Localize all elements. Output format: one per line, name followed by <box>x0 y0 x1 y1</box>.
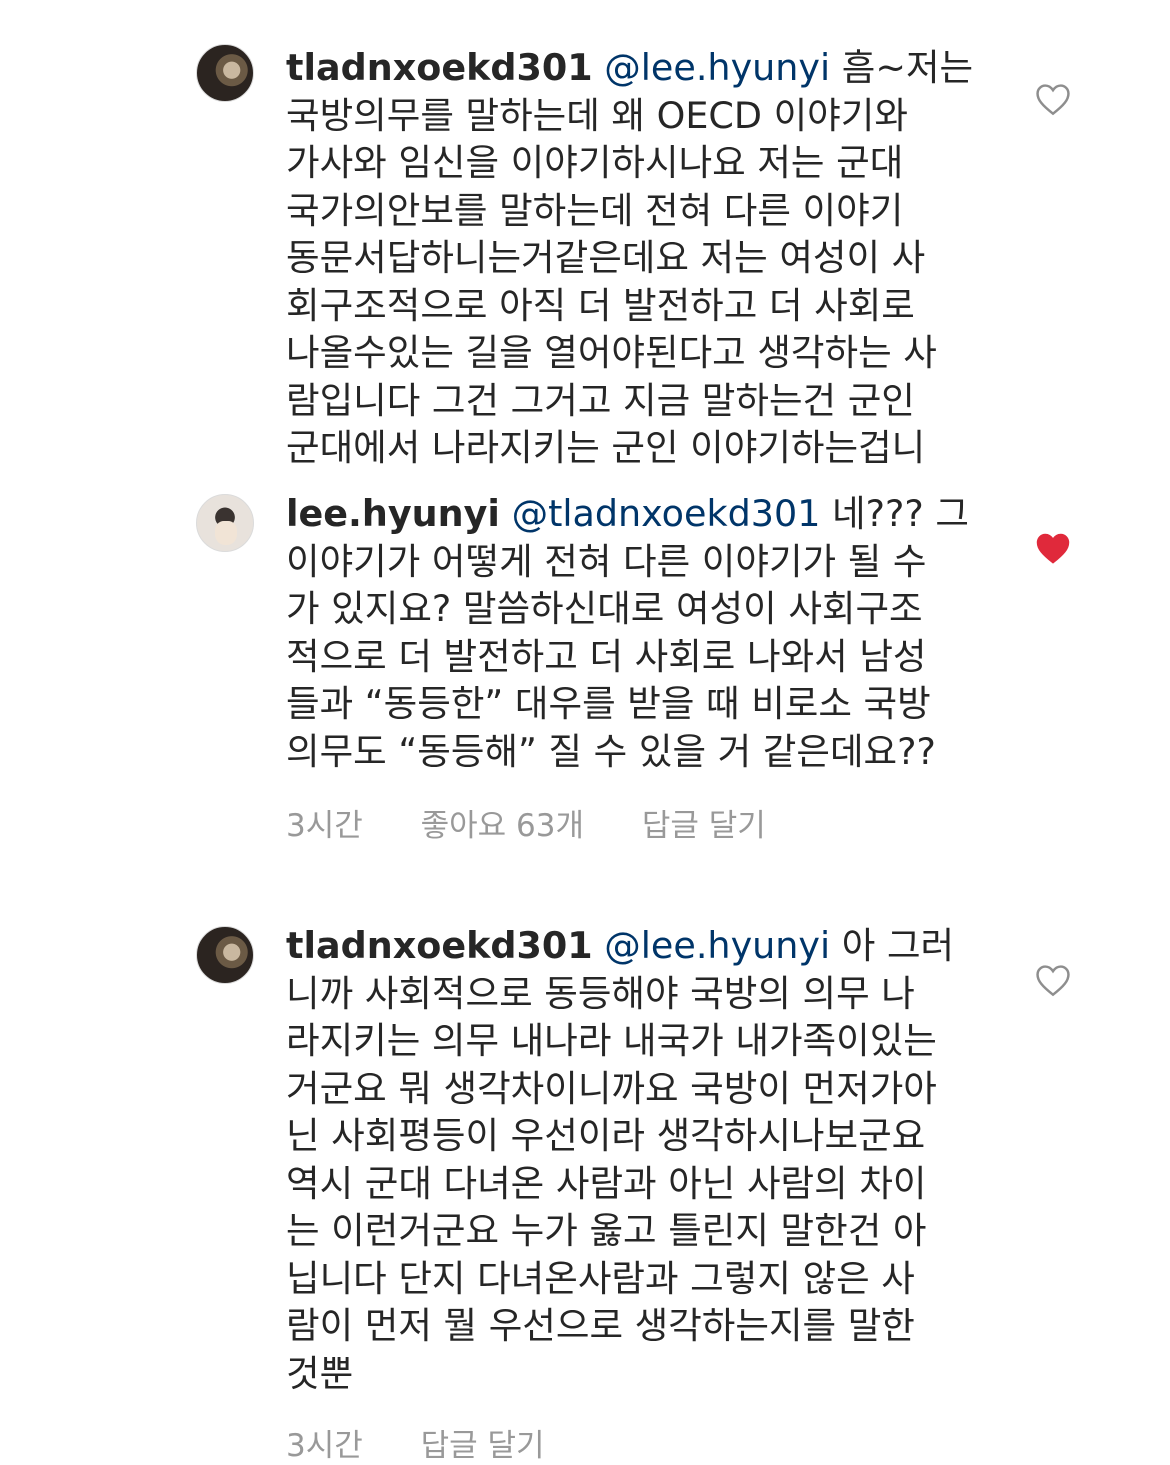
comment-mention[interactable]: @tladnxoekd301 <box>512 492 821 535</box>
comment-meta: 3시간 좋아요 63개 답글 달기 <box>286 800 766 845</box>
comment-body: 흠~저는 국방의무를 말하는데 왜 OECD 이야기와 가사와 임신을 이야기하… <box>286 46 974 469</box>
heart-outline <box>1036 965 1070 997</box>
comment-text: tladnxoekd301 @lee.hyunyi 흠~저는 국방의무를 말하는… <box>286 44 976 472</box>
comment-username[interactable]: tladnxoekd301 <box>286 46 593 89</box>
comment-username[interactable]: tladnxoekd301 <box>286 924 593 967</box>
comment-mention[interactable]: @lee.hyunyi <box>604 924 830 967</box>
comment-likes-count[interactable]: 좋아요 63개 <box>421 808 584 844</box>
comment-text: tladnxoekd301 @lee.hyunyi 아 그러 니까 사회적으로 … <box>286 922 976 1397</box>
comment-time: 3시간 <box>286 808 363 844</box>
avatar-face <box>215 521 237 545</box>
comment-mention[interactable]: @lee.hyunyi <box>604 46 830 89</box>
comments-screen: { "comments": [ { "username": "tladnxoek… <box>0 0 1170 1464</box>
heart-filled <box>1036 533 1070 564</box>
comment-username[interactable]: lee.hyunyi <box>286 492 500 535</box>
comment-meta: 3시간 답글 달기 <box>286 1420 545 1465</box>
comment-time: 3시간 <box>286 1428 363 1464</box>
heart-icon[interactable] <box>1034 963 1072 997</box>
heart-outline <box>1036 84 1070 116</box>
reply-button[interactable]: 답글 달기 <box>642 808 766 844</box>
avatar[interactable] <box>196 44 254 102</box>
heart-icon[interactable] <box>1034 82 1072 116</box>
heart-icon[interactable] <box>1034 531 1072 565</box>
comment-body: 아 그러 니까 사회적으로 동등해야 국방의 의무 나 라지키는 의무 내나라 … <box>286 924 955 1395</box>
avatar[interactable] <box>196 494 254 552</box>
reply-button[interactable]: 답글 달기 <box>421 1428 545 1464</box>
avatar[interactable] <box>196 926 254 984</box>
comment-text: lee.hyunyi @tladnxoekd301 네??? 그 이야기가 어떻… <box>286 490 976 775</box>
